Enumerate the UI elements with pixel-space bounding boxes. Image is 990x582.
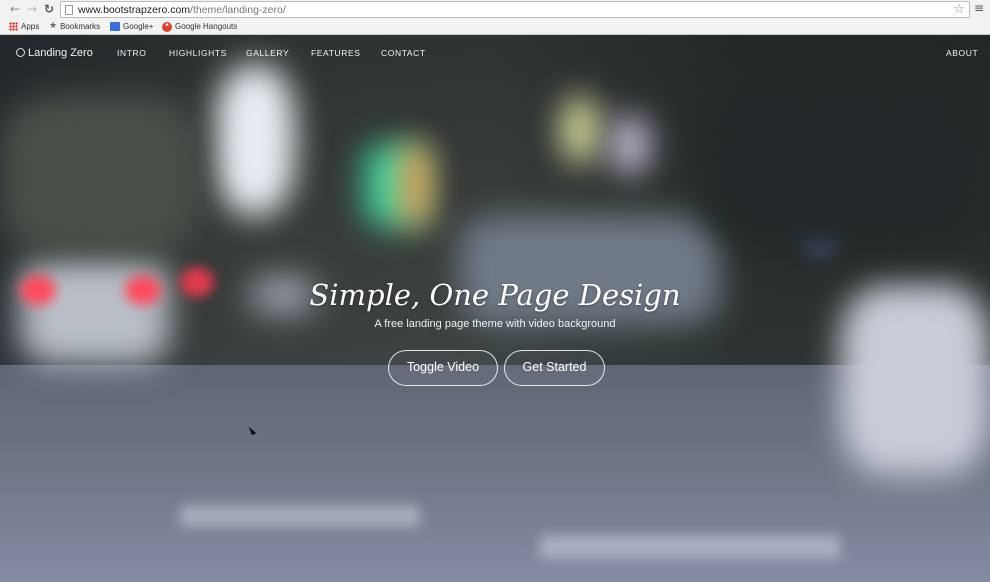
address-bar[interactable]: www.bootstrapzero.com/theme/landing-zero… xyxy=(60,1,970,18)
nav-highlights[interactable]: HIGHLIGHTS xyxy=(169,48,227,59)
bookmark-label: Google+ xyxy=(123,22,154,31)
url-text[interactable]: www.bootstrapzero.com/theme/landing-zero… xyxy=(78,3,286,17)
google-plus-icon xyxy=(110,22,120,32)
apps-grid-icon xyxy=(9,22,18,32)
get-started-button[interactable]: Get Started xyxy=(504,350,605,386)
browser-chrome: ← → ↻ www.bootstrapzero.com/theme/landin… xyxy=(0,0,990,35)
bookmark-label: Google Hangouts xyxy=(175,22,238,31)
bookmark-star-icon[interactable]: ☆ xyxy=(953,2,965,17)
browser-toolbar: ← → ↻ www.bootstrapzero.com/theme/landin… xyxy=(0,0,990,18)
background-tree xyxy=(700,75,990,255)
back-arrow-icon[interactable]: ← xyxy=(8,2,22,16)
brand-logo[interactable]: Landing Zero xyxy=(16,46,93,60)
brand-name: Landing Zero xyxy=(28,47,93,59)
background-blur xyxy=(400,145,430,225)
nav-gallery[interactable]: GALLERY xyxy=(246,48,289,59)
hero-tagline: A free landing page theme with video bac… xyxy=(374,318,616,330)
page-icon xyxy=(65,5,73,15)
reload-icon[interactable]: ↻ xyxy=(42,2,56,16)
url-host: www.bootstrapzero.com xyxy=(78,4,191,16)
background-blur xyxy=(610,115,650,175)
logo-circle-icon xyxy=(16,48,25,57)
bookmark-google-hangouts[interactable]: ❝ Google Hangouts xyxy=(162,20,237,33)
hero-video-background: Landing Zero INTRO HIGHLIGHTS GALLERY FE… xyxy=(0,35,990,582)
bookmark-google-plus[interactable]: Google+ xyxy=(110,20,153,33)
bookmark-label: Apps xyxy=(21,22,40,31)
background-road-mark xyxy=(180,505,420,527)
forward-arrow-icon[interactable]: → xyxy=(25,2,39,16)
site-navbar: Landing Zero INTRO HIGHLIGHTS GALLERY FE… xyxy=(0,35,990,71)
bookmarks-bar: Apps ★ Bookmarks Google+ ❝ Google Hangouts xyxy=(0,18,990,35)
star-icon: ★ xyxy=(49,21,58,32)
nav-intro[interactable]: INTRO xyxy=(117,48,146,59)
background-blur xyxy=(560,95,600,165)
bookmark-apps[interactable]: Apps xyxy=(9,20,39,33)
background-tree xyxy=(0,95,200,255)
nav-contact[interactable]: CONTACT xyxy=(381,48,426,59)
nav-about[interactable]: ABOUT xyxy=(946,48,978,59)
bookmark-label: Bookmarks xyxy=(60,22,101,31)
hamburger-menu-icon[interactable]: ≡ xyxy=(974,2,986,14)
bookmark-bookmarks[interactable]: ★ Bookmarks xyxy=(49,20,100,33)
hero-headline: Simple, One Page Design xyxy=(309,278,681,312)
url-path: /theme/landing-zero/ xyxy=(190,4,286,16)
background-blur xyxy=(215,65,295,215)
background-stroller xyxy=(840,285,990,475)
nav-features[interactable]: FEATURES xyxy=(311,48,361,59)
toggle-video-button[interactable]: Toggle Video xyxy=(388,350,498,386)
background-road-mark xyxy=(540,535,840,559)
hangouts-icon: ❝ xyxy=(162,21,172,32)
